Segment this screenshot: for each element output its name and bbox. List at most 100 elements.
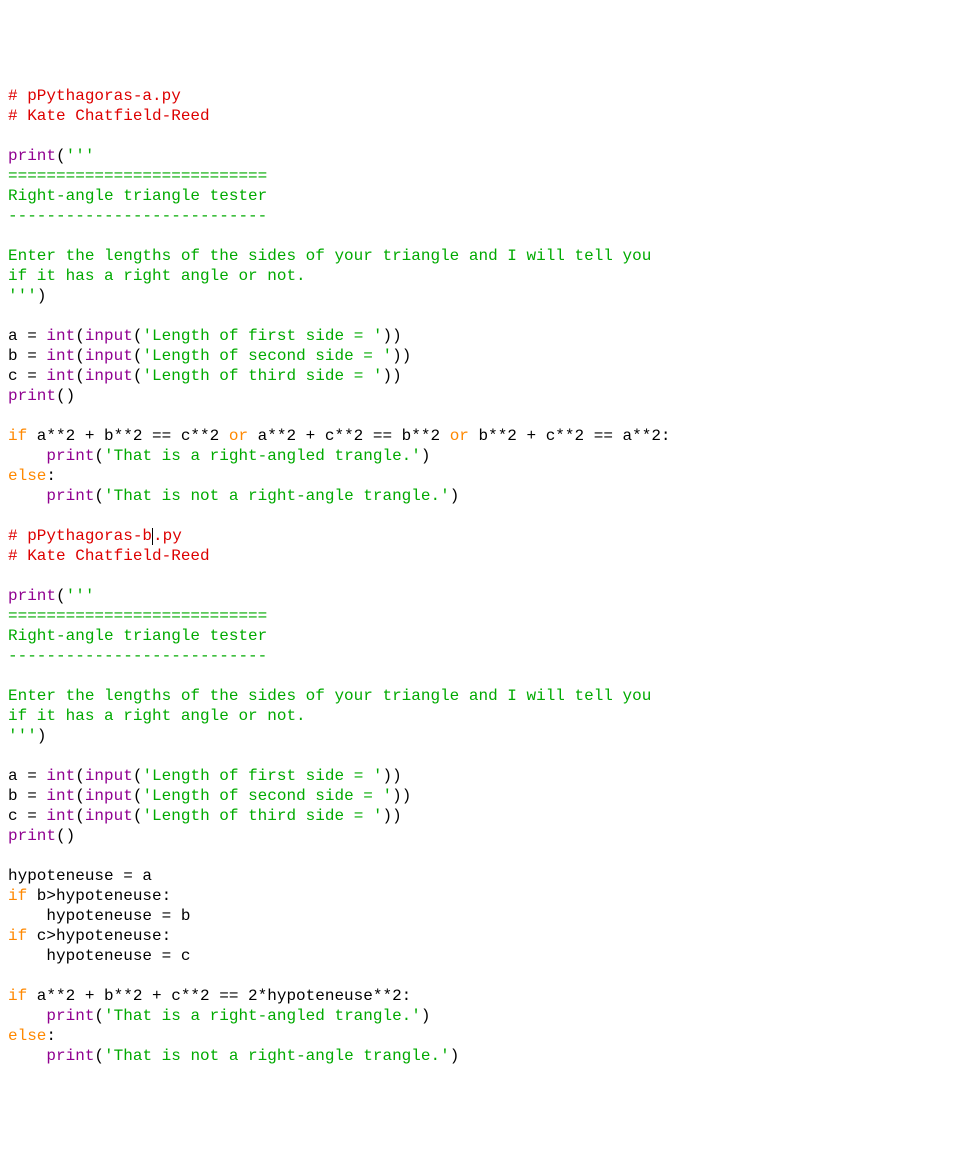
paren: ( — [75, 807, 85, 825]
keyword-if: if — [8, 887, 27, 905]
keyword-if: if — [8, 927, 27, 945]
builtin-print: print — [46, 487, 94, 505]
string-close: ''' — [8, 727, 37, 745]
builtin-print: print — [46, 1047, 94, 1065]
string-arg: 'Length of third side = ' — [142, 367, 382, 385]
paren: ) — [37, 287, 47, 305]
keyword-if: if — [8, 987, 27, 1005]
paren: )) — [383, 327, 402, 345]
builtin-input: input — [85, 347, 133, 365]
builtin-print: print — [8, 587, 56, 605]
expr: a**2 + b**2 + c**2 == 2*hypoteneuse**2: — [27, 987, 411, 1005]
paren: )) — [392, 347, 411, 365]
assign: c = — [8, 367, 46, 385]
expr: b**2 + c**2 == a**2: — [469, 427, 671, 445]
paren: ( — [133, 767, 143, 785]
builtin-int: int — [46, 767, 75, 785]
string-line: Enter the lengths of the sides of your t… — [8, 687, 651, 705]
builtin-print: print — [8, 827, 56, 845]
paren: ( — [56, 827, 66, 845]
string-line: Right-angle triangle tester — [8, 187, 267, 205]
expr: b>hypoteneuse: — [27, 887, 171, 905]
paren: ) — [37, 727, 47, 745]
colon: : — [46, 1027, 56, 1045]
paren: ( — [133, 327, 143, 345]
paren: ( — [94, 1007, 104, 1025]
string-line: Right-angle triangle tester — [8, 627, 267, 645]
string-line: if it has a right angle or not. — [8, 707, 306, 725]
code-editor[interactable]: # pPythagoras-a.py # Kate Chatfield-Reed… — [8, 86, 957, 1066]
builtin-int: int — [46, 327, 75, 345]
builtin-input: input — [85, 787, 133, 805]
comment-line: # pPythagoras-b — [8, 527, 152, 545]
string-arg: 'Length of second side = ' — [142, 347, 392, 365]
paren: ) — [421, 447, 431, 465]
assign: hypoteneuse = b — [46, 907, 190, 925]
builtin-int: int — [46, 807, 75, 825]
string-arg: 'Length of third side = ' — [142, 807, 382, 825]
string-open: ''' — [66, 147, 95, 165]
builtin-input: input — [85, 767, 133, 785]
paren: ( — [133, 787, 143, 805]
string-arg: 'Length of first side = ' — [142, 767, 382, 785]
string-line: =========================== — [8, 607, 267, 625]
indent — [8, 1007, 46, 1025]
builtin-int: int — [46, 367, 75, 385]
string-arg: 'Length of second side = ' — [142, 787, 392, 805]
comment-line: # pPythagoras-a.py — [8, 87, 181, 105]
paren: ( — [56, 587, 66, 605]
assign: c = — [8, 807, 46, 825]
builtin-input: input — [85, 327, 133, 345]
builtin-print: print — [8, 147, 56, 165]
comment-line: .py — [153, 527, 182, 545]
keyword-or: or — [450, 427, 469, 445]
builtin-input: input — [85, 807, 133, 825]
assign: b = — [8, 347, 46, 365]
paren: )) — [383, 807, 402, 825]
paren: ( — [133, 367, 143, 385]
builtin-int: int — [46, 347, 75, 365]
paren: ( — [75, 347, 85, 365]
paren: ( — [94, 487, 104, 505]
comment-line: # Kate Chatfield-Reed — [8, 547, 210, 565]
assign: hypoteneuse = a — [8, 867, 152, 885]
paren: ( — [133, 347, 143, 365]
expr: c>hypoteneuse: — [27, 927, 171, 945]
paren: )) — [383, 767, 402, 785]
builtin-int: int — [46, 787, 75, 805]
keyword-else: else — [8, 1027, 46, 1045]
paren: ( — [94, 447, 104, 465]
string-line: --------------------------- — [8, 207, 267, 225]
builtin-print: print — [8, 387, 56, 405]
expr: a**2 + b**2 == c**2 — [27, 427, 229, 445]
string-line: =========================== — [8, 167, 267, 185]
paren: ) — [421, 1007, 431, 1025]
keyword-if: if — [8, 427, 27, 445]
paren: ( — [56, 147, 66, 165]
paren: ) — [66, 387, 76, 405]
string-arg: 'That is not a right-angle trangle.' — [104, 487, 450, 505]
string-open: ''' — [66, 587, 95, 605]
string-close: ''' — [8, 287, 37, 305]
string-line: --------------------------- — [8, 647, 267, 665]
indent — [8, 907, 46, 925]
assign: b = — [8, 787, 46, 805]
keyword-else: else — [8, 467, 46, 485]
colon: : — [46, 467, 56, 485]
string-arg: 'That is a right-angled trangle.' — [104, 1007, 421, 1025]
string-line: if it has a right angle or not. — [8, 267, 306, 285]
builtin-input: input — [85, 367, 133, 385]
string-arg: 'That is not a right-angle trangle.' — [104, 1047, 450, 1065]
indent — [8, 947, 46, 965]
paren: )) — [383, 367, 402, 385]
string-arg: 'Length of first side = ' — [142, 327, 382, 345]
paren: ( — [75, 787, 85, 805]
paren: ( — [75, 327, 85, 345]
paren: ( — [75, 767, 85, 785]
builtin-print: print — [46, 1007, 94, 1025]
paren: ) — [66, 827, 76, 845]
paren: ( — [94, 1047, 104, 1065]
indent — [8, 487, 46, 505]
paren: ( — [56, 387, 66, 405]
paren: ( — [133, 807, 143, 825]
